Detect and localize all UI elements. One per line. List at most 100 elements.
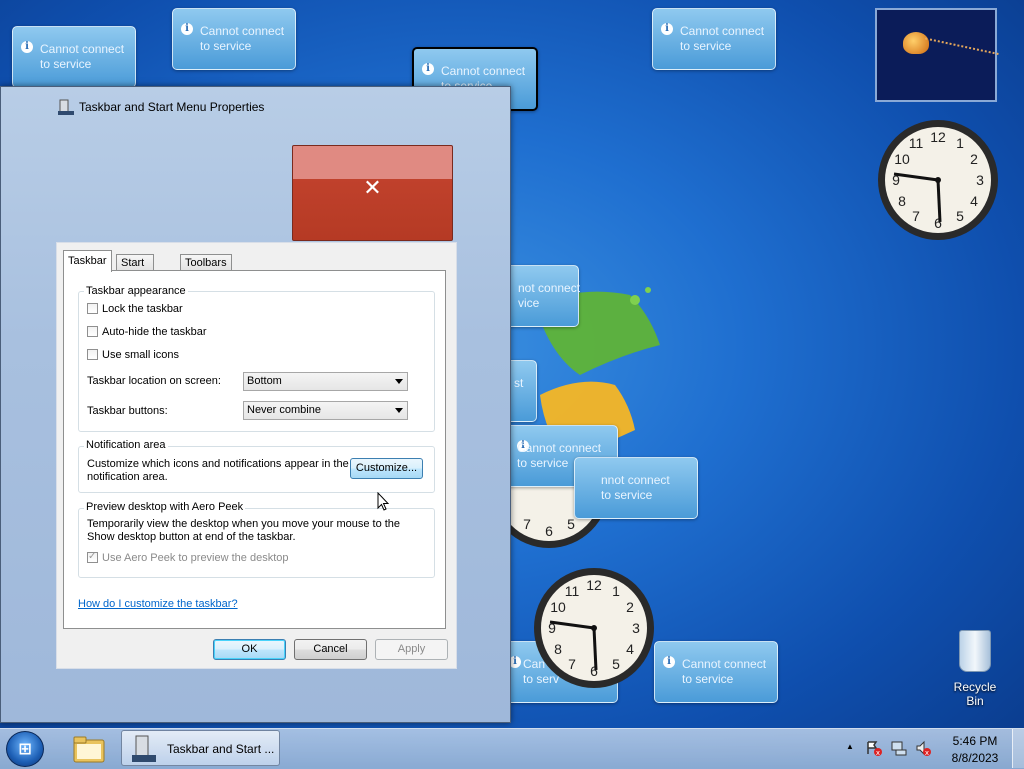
- tab-taskbar[interactable]: Taskbar: [63, 250, 112, 272]
- recycle-bin-icon: [959, 630, 991, 672]
- gadget-text: to service: [682, 672, 734, 686]
- gadget-text: vice: [518, 296, 540, 310]
- gadget-text: Cannot connect: [517, 441, 602, 455]
- buttons-select[interactable]: Never combine: [243, 401, 408, 420]
- checkbox-label: Use small icons: [102, 349, 180, 361]
- info-icon: i: [663, 656, 675, 668]
- show-desktop-button[interactable]: [1012, 729, 1024, 768]
- action-center-icon[interactable]: x: [866, 740, 882, 756]
- location-select[interactable]: Bottom: [243, 372, 408, 391]
- info-icon: i: [422, 63, 434, 75]
- close-button[interactable]: ✕: [292, 145, 453, 241]
- window-title: Taskbar and Start Menu Properties: [79, 100, 265, 114]
- svg-text:7: 7: [912, 208, 920, 224]
- slideshow-gadget[interactable]: [875, 8, 999, 102]
- svg-text:12: 12: [930, 129, 946, 145]
- svg-text:7: 7: [568, 656, 576, 672]
- small-icons-checkbox[interactable]: Use small icons: [87, 348, 180, 363]
- weather-gadget[interactable]: i Cannot connectto service: [654, 641, 778, 703]
- group-title: Taskbar appearance: [84, 285, 188, 297]
- ok-button[interactable]: OK: [213, 639, 286, 660]
- jellyfish-tentacles: [920, 37, 999, 77]
- lock-taskbar-checkbox[interactable]: Lock the taskbar: [87, 302, 183, 317]
- show-hidden-icons-button[interactable]: ▲: [846, 742, 854, 751]
- windows-logo-icon: ⊞: [18, 739, 32, 758]
- recycle-bin[interactable]: Recycle Bin: [944, 630, 1006, 708]
- svg-text:11: 11: [565, 583, 580, 599]
- weather-gadget[interactable]: i Cannot connectto service: [12, 26, 136, 88]
- volume-muted-icon[interactable]: x: [915, 740, 931, 756]
- svg-text:2: 2: [970, 151, 978, 167]
- gadget-text: to service: [601, 488, 653, 502]
- checkbox-label: Lock the taskbar: [102, 303, 183, 315]
- checkbox-box[interactable]: [87, 348, 98, 360]
- gadget-text: Cannot connect: [200, 24, 285, 38]
- gadget-text: not connect: [518, 281, 581, 295]
- svg-text:5: 5: [567, 516, 575, 532]
- svg-text:10: 10: [550, 599, 566, 615]
- clock-gadget[interactable]: 12 12 345 678 91011: [532, 566, 656, 690]
- svg-text:10: 10: [894, 151, 910, 167]
- gadget-text: Cannot connect: [680, 24, 765, 38]
- system-clock[interactable]: 5:46 PM 8/8/2023: [944, 733, 1006, 767]
- windows-explorer-icon[interactable]: [72, 734, 106, 764]
- cancel-button[interactable]: Cancel: [294, 639, 367, 660]
- svg-text:8: 8: [554, 641, 562, 657]
- location-label: Taskbar location on screen:: [87, 375, 221, 387]
- peek-text: Temporarily view the desktop when you mo…: [87, 518, 401, 530]
- clock-time: 5:46 PM: [952, 734, 998, 748]
- start-button[interactable]: ⊞: [6, 731, 44, 767]
- svg-text:12: 12: [586, 577, 602, 593]
- close-icon: ✕: [363, 176, 382, 201]
- taskbar-properties-icon: [58, 99, 74, 115]
- svg-text:x: x: [925, 749, 929, 756]
- info-icon: i: [181, 23, 193, 35]
- svg-text:5: 5: [956, 208, 964, 224]
- svg-text:2: 2: [626, 599, 634, 615]
- recycle-bin-label: Recycle Bin: [953, 680, 997, 708]
- taskbar-button-properties[interactable]: Taskbar and Start ...: [121, 730, 280, 766]
- checkbox-label: Auto-hide the taskbar: [102, 326, 207, 338]
- svg-text:5: 5: [612, 656, 620, 672]
- gadget-text: Cannot connect: [682, 657, 767, 671]
- aero-peek-checkbox: Use Aero Peek to preview the desktop: [87, 550, 289, 566]
- svg-text:1: 1: [612, 583, 620, 599]
- apply-button: Apply: [375, 639, 448, 660]
- customize-button[interactable]: Customize...: [350, 458, 423, 479]
- select-value: Bottom: [247, 375, 282, 387]
- weather-gadget[interactable]: i Cannot connectto service: [652, 8, 776, 70]
- svg-text:6: 6: [545, 523, 553, 539]
- svg-text:7: 7: [523, 516, 531, 532]
- chevron-down-icon: [395, 408, 403, 413]
- checkbox-label: Use Aero Peek to preview the desktop: [102, 552, 289, 564]
- svg-text:3: 3: [976, 172, 984, 188]
- taskbar-button-label: Taskbar and Start ...: [167, 742, 275, 756]
- peek-text: Show desktop button at end of the taskba…: [87, 531, 296, 543]
- svg-text:3: 3: [632, 620, 640, 636]
- svg-text:x: x: [876, 749, 880, 756]
- taskbar-properties-icon: [132, 735, 156, 762]
- chevron-down-icon: [395, 379, 403, 384]
- svg-text:4: 4: [626, 641, 634, 657]
- weather-gadget[interactable]: nnot connect to service: [574, 457, 698, 519]
- network-icon[interactable]: [891, 740, 907, 756]
- clock-gadget[interactable]: 12 12 345 678 91011: [876, 118, 1000, 242]
- svg-text:8: 8: [898, 193, 906, 209]
- checkbox-box[interactable]: [87, 325, 98, 337]
- autohide-checkbox[interactable]: Auto-hide the taskbar: [87, 325, 207, 340]
- checkbox-box: [87, 550, 98, 563]
- help-link[interactable]: How do I customize the taskbar?: [78, 598, 238, 610]
- svg-text:11: 11: [909, 135, 924, 151]
- svg-text:4: 4: [970, 193, 978, 209]
- checkbox-box[interactable]: [87, 302, 98, 314]
- buttons-label: Taskbar buttons:: [87, 405, 168, 417]
- gadget-text: st: [514, 376, 524, 390]
- info-icon: i: [21, 41, 33, 53]
- gadget-text: to service: [40, 57, 92, 71]
- info-icon: i: [661, 23, 673, 35]
- gadget-text: Cannot connect: [441, 64, 526, 78]
- mouse-cursor-icon: [377, 492, 390, 511]
- gadget-text: nnot connect: [601, 473, 670, 487]
- weather-gadget[interactable]: i Cannot connectto service: [172, 8, 296, 70]
- svg-text:1: 1: [956, 135, 964, 151]
